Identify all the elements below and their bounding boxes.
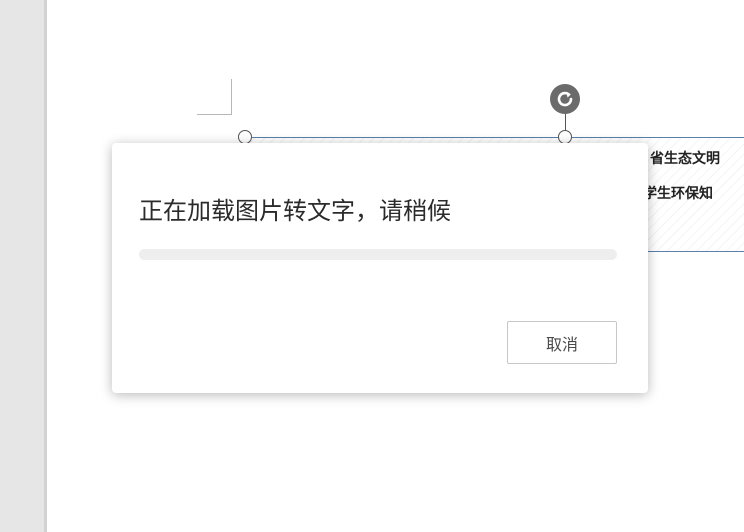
resize-handle-top-center[interactable] bbox=[558, 130, 572, 144]
progress-bar bbox=[139, 249, 617, 260]
dialog-title: 正在加载图片转文字，请稍候 bbox=[139, 197, 451, 225]
cancel-button[interactable]: 取消 bbox=[507, 321, 617, 364]
image-text-line-2: 学生环保知 bbox=[643, 186, 713, 202]
resize-handle-top-left[interactable] bbox=[238, 130, 252, 144]
page-corner-mark bbox=[197, 79, 232, 115]
rotate-glyph bbox=[557, 91, 573, 107]
rotate-icon[interactable] bbox=[550, 84, 580, 114]
ocr-loading-dialog: 正在加载图片转文字，请稍候 取消 bbox=[112, 143, 648, 393]
left-margin-rail bbox=[0, 0, 47, 532]
image-text-line-1: 省生态文明 bbox=[650, 151, 720, 167]
